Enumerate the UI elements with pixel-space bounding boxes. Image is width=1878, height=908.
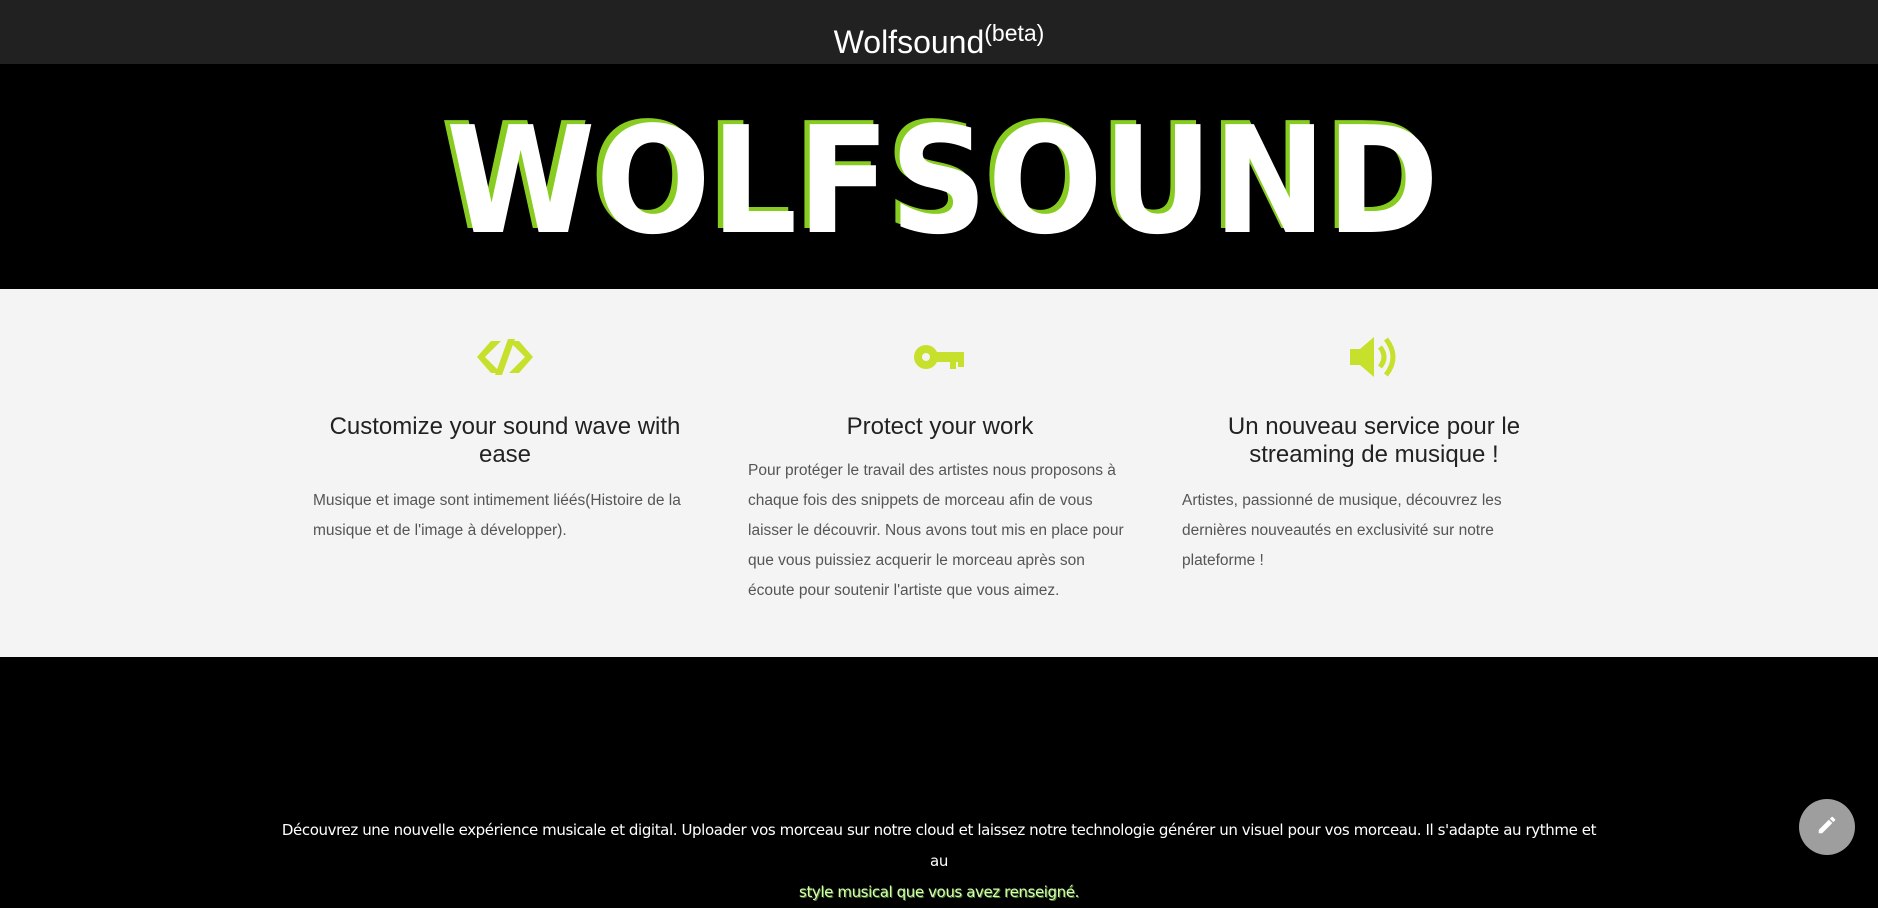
speaker-icon: [1348, 335, 1404, 379]
footer-description-main: Découvrez une nouvelle expérience musica…: [281, 821, 1597, 870]
footer-section: Découvrez une nouvelle expérience musica…: [0, 657, 1878, 901]
feature-text: Pour protéger le travail des artistes no…: [748, 462, 1124, 599]
edit-fab-button[interactable]: [1799, 799, 1855, 855]
code-brackets-icon: [477, 335, 533, 379]
feature-text: Musique et image sont intimement liéés(H…: [313, 492, 681, 539]
hero-logo: WOLFSOUND WOLFSOUND: [440, 116, 1439, 246]
feature-title: Customize your sound wave with ease: [329, 413, 681, 468]
brand-beta-tag: (beta): [984, 20, 1045, 46]
brand-name: Wolfsound: [833, 24, 985, 60]
footer-description: Découvrez une nouvelle expérience musica…: [280, 815, 1598, 908]
features-section: Customize your sound wave with ease Musi…: [0, 289, 1878, 657]
footer-description-end: style musical que vous avez renseigné.: [799, 883, 1079, 901]
feature-text: Artistes, passionné de musique, découvre…: [1182, 492, 1502, 569]
key-icon: [912, 335, 968, 379]
feature-title: Protect your work: [846, 413, 1034, 440]
hero-logo-text: WOLFSOUND: [446, 116, 1439, 246]
pencil-icon: [1816, 814, 1838, 841]
feature-title: Un nouveau service pour le streaming de …: [1227, 413, 1521, 468]
brand-logo[interactable]: Wolfsound(beta): [834, 13, 1045, 62]
top-navbar: Wolfsound(beta): [0, 0, 1878, 64]
hero-banner: WOLFSOUND WOLFSOUND: [0, 64, 1878, 289]
